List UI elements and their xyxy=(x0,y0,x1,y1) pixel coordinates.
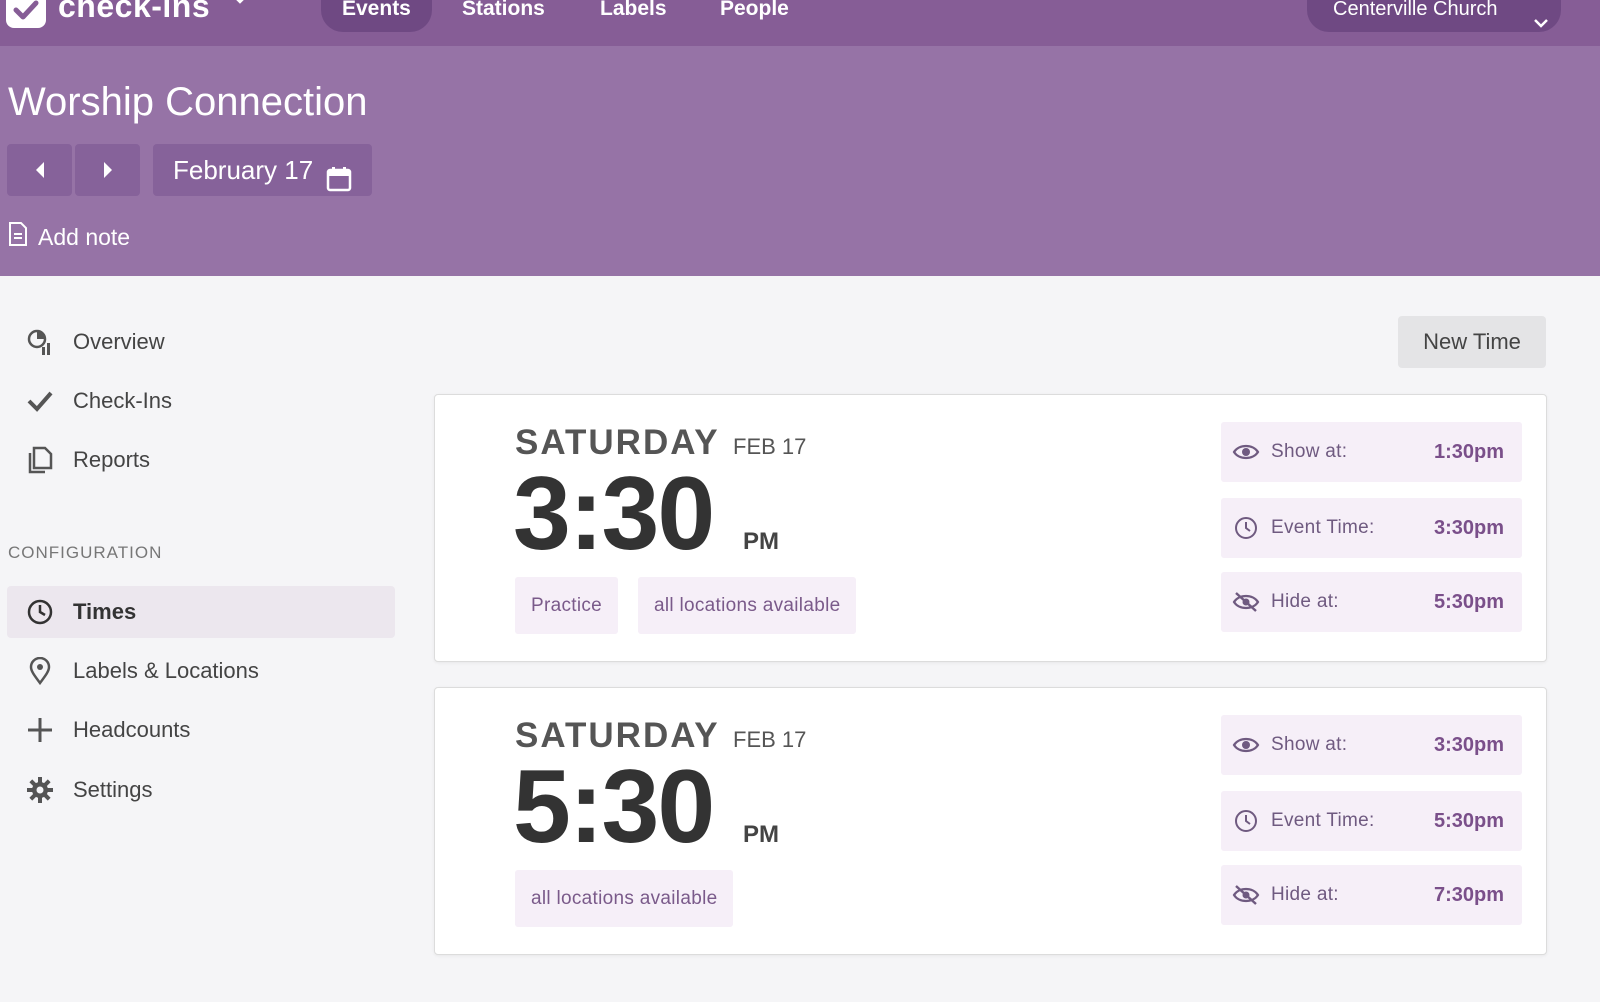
add-note-label: Add note xyxy=(38,223,131,250)
sidebar-item-headcounts[interactable]: Headcounts xyxy=(7,704,395,756)
time-value: 5:30 xyxy=(513,749,715,865)
event-time-row: Event Time: 5:30pm xyxy=(1221,791,1522,851)
time-date: FEB 17 xyxy=(733,727,807,752)
eye-icon xyxy=(1221,442,1271,462)
hide-at-label: Hide at: xyxy=(1271,884,1339,905)
show-at-label: Show at: xyxy=(1271,734,1348,755)
calendar-icon xyxy=(326,157,352,209)
event-header: Worship Connection February 17 Add note xyxy=(0,46,1600,276)
time-date: FEB 17 xyxy=(733,434,807,459)
overview-icon xyxy=(7,328,73,356)
clock-icon xyxy=(1221,809,1271,833)
sidebar-item-settings[interactable]: Settings xyxy=(7,764,395,816)
time-ampm: PM xyxy=(743,821,779,848)
event-time-label: Event Time: xyxy=(1271,810,1375,831)
show-at-row: Show at: 1:30pm xyxy=(1221,422,1522,482)
show-at-value: 1:30pm xyxy=(1433,440,1504,463)
chevron-down-icon xyxy=(1533,0,1549,46)
sidebar-item-label: Overview xyxy=(73,329,165,354)
sidebar-item-label: Reports xyxy=(73,447,151,472)
time-value: 3:30 xyxy=(513,456,715,572)
sidebar-item-label: Check-Ins xyxy=(73,388,173,413)
time-card[interactable]: SATURDAY FEB 17 5:30 PM all locations av… xyxy=(434,687,1547,955)
previous-date-button[interactable] xyxy=(7,144,72,196)
time-card[interactable]: SATURDAY FEB 17 3:30 PM Practice all loc… xyxy=(434,394,1547,662)
event-time-row: Event Time: 3:30pm xyxy=(1221,498,1522,558)
date-nav xyxy=(7,144,140,196)
caret-right-icon xyxy=(103,162,112,178)
sidebar-item-label: Settings xyxy=(73,777,153,802)
eye-slash-icon xyxy=(1221,591,1271,613)
event-time-value: 5:30pm xyxy=(1433,809,1504,832)
time-tag: all locations available xyxy=(638,577,857,634)
org-name: Centerville Church xyxy=(1333,0,1498,20)
eye-icon xyxy=(1221,735,1271,755)
tab-events[interactable]: Events xyxy=(321,0,432,32)
next-date-button[interactable] xyxy=(75,144,140,196)
hide-at-label: Hide at: xyxy=(1271,591,1339,612)
clock-icon xyxy=(7,598,73,626)
check-icon xyxy=(7,389,73,413)
date-picker-button[interactable]: February 17 xyxy=(153,144,372,196)
tab-people[interactable]: People xyxy=(699,0,810,32)
eye-slash-icon xyxy=(1221,884,1271,906)
note-icon xyxy=(8,222,28,252)
new-time-button[interactable]: New Time xyxy=(1398,316,1546,368)
sidebar-item-times[interactable]: Times xyxy=(7,586,395,638)
hide-at-row: Hide at: 5:30pm xyxy=(1221,572,1522,632)
reports-icon xyxy=(7,446,73,474)
chevron-down-icon[interactable] xyxy=(232,0,248,10)
event-time-value: 3:30pm xyxy=(1433,516,1504,539)
clock-icon xyxy=(1221,516,1271,540)
plus-icon xyxy=(7,716,73,744)
add-note-button[interactable]: Add note xyxy=(8,222,130,252)
sidebar-item-label: Headcounts xyxy=(73,717,191,742)
configuration-heading: CONFIGURATION xyxy=(8,543,163,562)
sidebar-item-check-ins[interactable]: Check-Ins xyxy=(7,375,395,427)
show-at-label: Show at: xyxy=(1271,441,1348,462)
sidebar-item-overview[interactable]: Overview xyxy=(7,316,395,368)
caret-left-icon xyxy=(35,162,44,178)
sidebar-item-label: Times xyxy=(73,599,137,624)
sidebar-item-reports[interactable]: Reports xyxy=(7,434,395,486)
top-nav: check-ins Events Stations Labels People … xyxy=(0,0,1600,46)
sidebar-item-label: Labels & Locations xyxy=(73,658,259,683)
page-title: Worship Connection xyxy=(8,80,368,124)
app-logo-icon[interactable] xyxy=(6,0,46,28)
show-at-value: 3:30pm xyxy=(1433,733,1504,756)
sidebar-item-labels-locations[interactable]: Labels & Locations xyxy=(7,645,395,697)
time-ampm: PM xyxy=(743,528,779,555)
tab-stations[interactable]: Stations xyxy=(441,0,566,32)
hide-at-row: Hide at: 7:30pm xyxy=(1221,865,1522,925)
current-date: February 17 xyxy=(173,155,314,185)
tab-labels[interactable]: Labels xyxy=(579,0,688,32)
gear-icon xyxy=(7,776,73,804)
time-tag: Practice xyxy=(515,577,619,634)
event-time-label: Event Time: xyxy=(1271,517,1375,538)
location-pin-icon xyxy=(7,657,73,685)
hide-at-value: 5:30pm xyxy=(1433,590,1504,613)
time-tag: all locations available xyxy=(515,870,734,927)
app-name[interactable]: check-ins xyxy=(58,0,210,25)
show-at-row: Show at: 3:30pm xyxy=(1221,715,1522,775)
hide-at-value: 7:30pm xyxy=(1433,883,1504,906)
org-switcher[interactable]: Centerville Church xyxy=(1307,0,1561,32)
